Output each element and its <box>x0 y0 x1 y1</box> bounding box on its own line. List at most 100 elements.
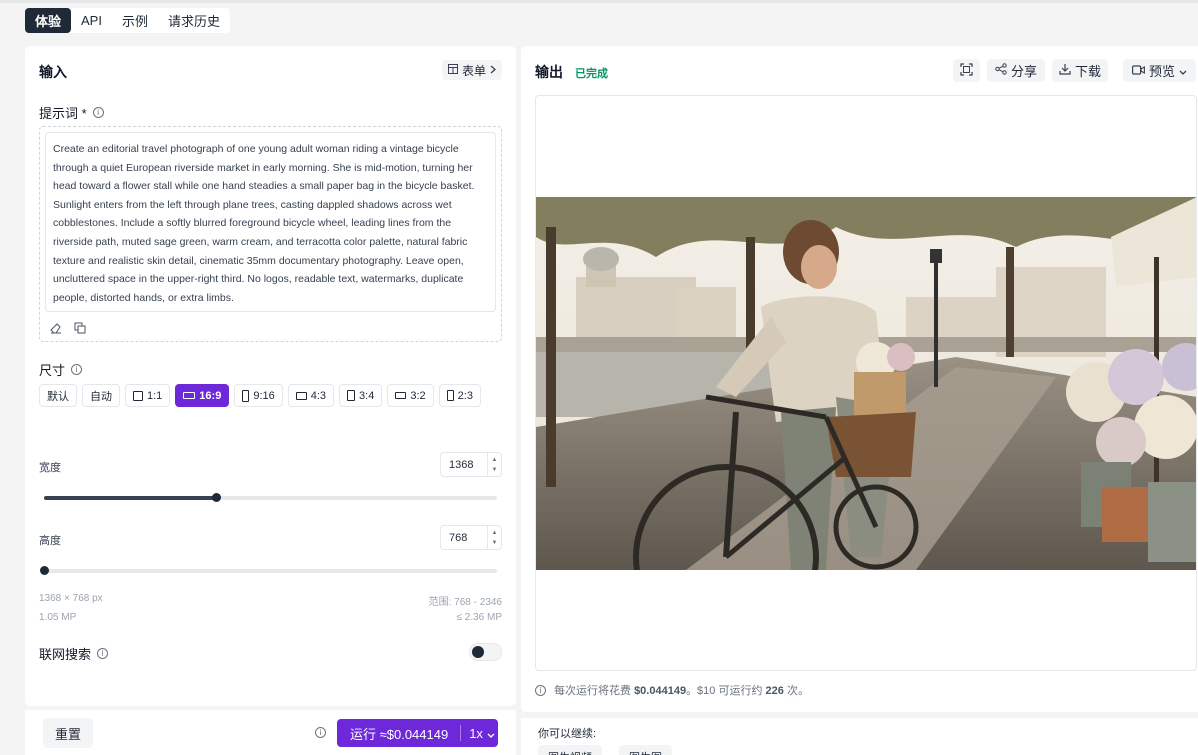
portrait-ratio-icon <box>347 390 356 401</box>
height-input[interactable]: 768 ▲ ▼ <box>440 525 502 550</box>
info-icon[interactable]: i <box>97 648 109 659</box>
form-view-label: 表单 <box>461 63 486 78</box>
wide-ratio-icon <box>183 392 196 399</box>
height-value: 768 <box>449 531 468 544</box>
chevron-down-icon <box>487 726 495 741</box>
reset-button[interactable]: 重置 <box>43 718 93 748</box>
info-icon[interactable]: i <box>92 107 104 118</box>
ratio-4-3[interactable]: 4:3 <box>287 384 335 407</box>
tall-ratio-icon <box>242 389 250 402</box>
aspect-ratio-options: 默认 自动 1:1 16:9 9:16 4:3 3:4 3:2 2:3 <box>39 384 505 407</box>
ratio-9-16[interactable]: 9:16 <box>234 384 283 407</box>
ratio-2-3[interactable]: 2:3 <box>438 384 481 407</box>
output-title: 输出 <box>535 64 563 80</box>
preview-label: 预览 <box>1148 64 1175 79</box>
download-icon <box>1059 63 1071 78</box>
max-megapixels-text: ≤ 2.36 MP <box>456 612 502 623</box>
multiplier-dropdown[interactable]: 1x <box>461 726 495 741</box>
main-tabs: 体验 API 示例 请求历史 <box>25 8 231 33</box>
share-icon <box>995 63 1007 78</box>
portrait-ratio-icon <box>446 390 454 401</box>
width-input[interactable]: 1368 ▲ ▼ <box>440 452 502 477</box>
info-icon: i <box>535 684 546 696</box>
run-button[interactable]: 运行 ≈$0.044149 1x <box>337 719 498 747</box>
toggle-knob <box>472 646 484 658</box>
megapixels-text: 1.05 MP <box>39 612 77 623</box>
chevron-down-icon[interactable]: ▼ <box>492 538 498 548</box>
output-panel: 输出 已完成 分享 下载 预览 i 每次运行将花费 $0.044149。$10 … <box>521 46 1198 712</box>
tab-api[interactable]: API <box>71 8 112 33</box>
tab-request-history[interactable]: 请求历史 <box>158 8 230 33</box>
landscape-ratio-icon <box>295 391 307 400</box>
ratio-label: 默认 <box>47 390 69 403</box>
width-stepper[interactable]: ▲ ▼ <box>487 453 501 476</box>
ratio-default[interactable]: 默认 <box>39 384 77 407</box>
generated-image[interactable] <box>536 197 1197 570</box>
run-label[interactable]: 运行 ≈$0.044149 <box>337 725 462 742</box>
continue-section: 你可以继续: 图生视频 图生图 <box>521 718 1198 755</box>
eraser-icon[interactable] <box>48 320 64 336</box>
continue-label: 你可以继续: <box>538 728 597 740</box>
share-button[interactable]: 分享 <box>987 59 1045 82</box>
ratio-label: 2:3 <box>457 389 473 402</box>
tab-examples[interactable]: 示例 <box>112 8 158 33</box>
ratio-label: 4:3 <box>310 389 327 402</box>
ratio-label: 自动 <box>90 390 112 403</box>
form-view-button[interactable]: 表单 <box>441 60 502 80</box>
cost-suffix: 次。 <box>786 685 809 697</box>
web-search-row: 联网搜索 i <box>39 644 109 663</box>
prompt-textarea[interactable]: Create an editorial travel photograph of… <box>45 132 496 312</box>
output-canvas <box>535 95 1197 671</box>
width-value: 1368 <box>449 458 474 471</box>
top-divider <box>0 0 1198 3</box>
input-title: 输入 <box>39 64 67 80</box>
ratio-auto[interactable]: 自动 <box>82 384 120 407</box>
chevron-up-icon[interactable]: ▲ <box>492 528 498 538</box>
dimensions-text: 1368 × 768 px <box>39 593 103 604</box>
ratio-3-4[interactable]: 3:4 <box>339 384 383 407</box>
ratio-label: 3:4 <box>359 389 375 402</box>
web-search-toggle[interactable] <box>469 643 502 661</box>
landscape-ratio-icon <box>395 392 407 399</box>
image-to-video-chip[interactable]: 图生视频 <box>538 745 602 755</box>
prompt-tools <box>48 320 88 336</box>
web-search-label: 联网搜索 <box>39 647 92 662</box>
runs-value: 226 <box>765 685 784 697</box>
ratio-3-2[interactable]: 3:2 <box>387 384 434 407</box>
chevron-down-icon[interactable]: ▼ <box>492 465 498 475</box>
height-label: 高度 <box>39 535 61 547</box>
range-text: 范围: 768 - 2346 <box>428 597 502 608</box>
ratio-16-9[interactable]: 16:9 <box>175 384 230 407</box>
info-icon[interactable]: i <box>315 727 326 738</box>
image-to-image-chip[interactable]: 图生图 <box>619 745 672 755</box>
chevron-up-icon[interactable]: ▲ <box>492 455 498 465</box>
width-slider-thumb[interactable] <box>212 493 222 502</box>
share-label: 分享 <box>1010 64 1037 79</box>
cost-mid: 。$10 可运行约 <box>686 685 763 697</box>
size-label-row: 尺寸 i <box>39 360 83 379</box>
chevron-down-icon <box>1179 63 1187 78</box>
fullscreen-button[interactable] <box>953 59 980 82</box>
preview-dropdown[interactable]: 预览 <box>1123 59 1196 82</box>
ratio-1-1[interactable]: 1:1 <box>125 384 171 407</box>
download-label: 下载 <box>1074 64 1101 79</box>
video-icon <box>1131 63 1145 78</box>
multiplier-label: 1x <box>469 725 483 741</box>
height-slider[interactable] <box>40 566 497 575</box>
prompt-label: 提示词 * <box>39 106 87 121</box>
cost-estimate: i 每次运行将花费 $0.044149。$10 可运行约 226 次。 <box>535 682 809 698</box>
input-panel: 输入 表单 提示词 * i Create an editorial travel… <box>25 46 516 706</box>
status-badge: 已完成 <box>575 68 608 80</box>
copy-icon[interactable] <box>72 320 88 336</box>
info-icon[interactable]: i <box>71 364 83 375</box>
height-slider-thumb[interactable] <box>40 566 49 575</box>
ratio-label: 3:2 <box>410 389 426 402</box>
download-button[interactable]: 下载 <box>1052 59 1108 82</box>
chevron-right-icon <box>490 63 496 77</box>
width-slider[interactable] <box>44 493 497 502</box>
tab-experience[interactable]: 体验 <box>25 8 72 33</box>
height-stepper[interactable]: ▲ ▼ <box>487 526 501 549</box>
cost-prefix: 每次运行将花费 <box>554 685 631 697</box>
width-label: 宽度 <box>39 462 61 474</box>
prompt-label-row: 提示词 * i <box>39 103 104 122</box>
